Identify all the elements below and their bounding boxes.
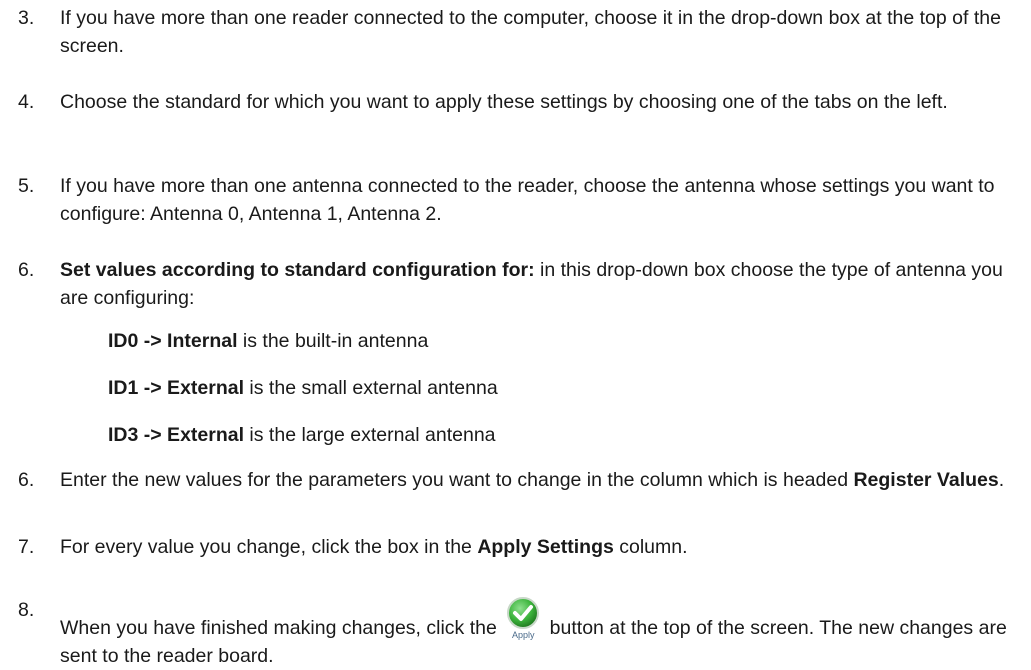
step-number: 3. xyxy=(18,7,35,29)
antenna-option-id0: ID0 -> Internal is the built-in antenna xyxy=(108,327,1008,355)
step-plain-text: Enter the new values for the parameters … xyxy=(60,469,854,491)
option-text: is the small external antenna xyxy=(244,377,498,399)
step-text: For every value you change, click the bo… xyxy=(60,533,1020,561)
step-plain-text: For every value you change, click the bo… xyxy=(60,536,478,558)
step-bold-text: Set values according to standard configu… xyxy=(60,259,535,281)
step-plain-text: column. xyxy=(613,536,688,558)
step-bold-text: Apply Settings xyxy=(477,536,614,558)
step-text: Choose the standard for which you want t… xyxy=(60,91,948,113)
step-text: Enter the new values for the parameters … xyxy=(60,466,1020,494)
apply-button-icon: Apply xyxy=(504,596,542,642)
option-bold-text: ID1 -> External xyxy=(108,377,245,399)
option-text: is the built-in antenna xyxy=(237,330,429,352)
step-number: 7. xyxy=(18,536,35,558)
step-number: 5. xyxy=(18,175,35,197)
step-number: 8. xyxy=(18,599,35,621)
step-number: 6. xyxy=(18,259,35,281)
step-number: 4. xyxy=(18,91,35,113)
option-text: is the large external antenna xyxy=(244,424,496,446)
step-text: When you have finished making changes, c… xyxy=(60,596,1020,670)
option-bold-text: ID0 -> Internal xyxy=(108,330,238,352)
option-bold-text: ID3 -> External xyxy=(108,424,245,446)
step-plain-text: . xyxy=(998,469,1005,491)
step-bold-text: Register Values xyxy=(853,469,999,491)
step-text: If you have more than one reader connect… xyxy=(60,7,1001,57)
step-text: Set values according to standard configu… xyxy=(60,256,1020,312)
step-text: If you have more than one antenna connec… xyxy=(60,175,995,225)
antenna-option-id1: ID1 -> External is the small external an… xyxy=(108,374,1008,402)
checkmark-circle-icon xyxy=(507,597,540,629)
step-plain-text: When you have finished making changes, c… xyxy=(60,617,503,639)
step-number: 6. xyxy=(18,469,35,491)
apply-button-label: Apply xyxy=(511,630,535,640)
antenna-option-id3: ID3 -> External is the large external an… xyxy=(108,421,1008,449)
